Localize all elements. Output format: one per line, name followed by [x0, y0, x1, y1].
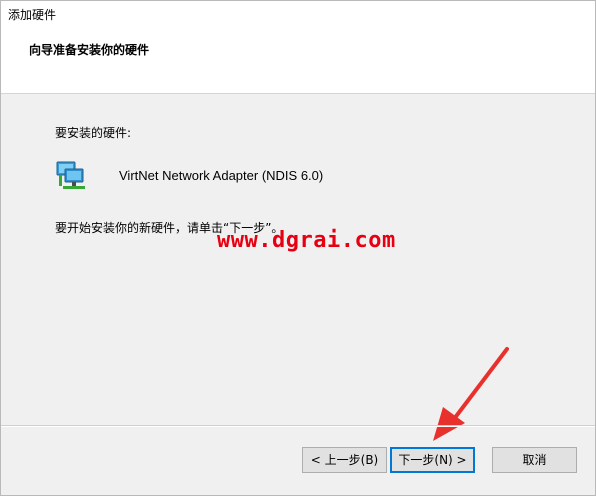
cancel-button[interactable]: 取消 — [492, 447, 577, 473]
annotation-arrow-icon — [433, 347, 509, 441]
watermark-text: www.dgrai.com — [217, 228, 396, 253]
network-adapter-icon — [56, 161, 85, 189]
wizard-heading: 向导准备安装你的硬件 — [29, 43, 150, 57]
device-name: VirtNet Network Adapter (NDIS 6.0) — [119, 168, 324, 183]
window-title: 添加硬件 — [8, 8, 57, 22]
header-panel: 添加硬件 向导准备安装你的硬件 — [1, 1, 595, 94]
hardware-to-install-label: 要安装的硬件: — [55, 126, 132, 140]
next-button[interactable]: 下一步(N) > — [390, 447, 475, 473]
back-button[interactable]: < 上一步(B) — [302, 447, 387, 473]
footer-divider — [1, 425, 595, 427]
add-hardware-dialog: 添加硬件 向导准备安装你的硬件 要安装的硬件: VirtNet Network … — [0, 0, 596, 496]
